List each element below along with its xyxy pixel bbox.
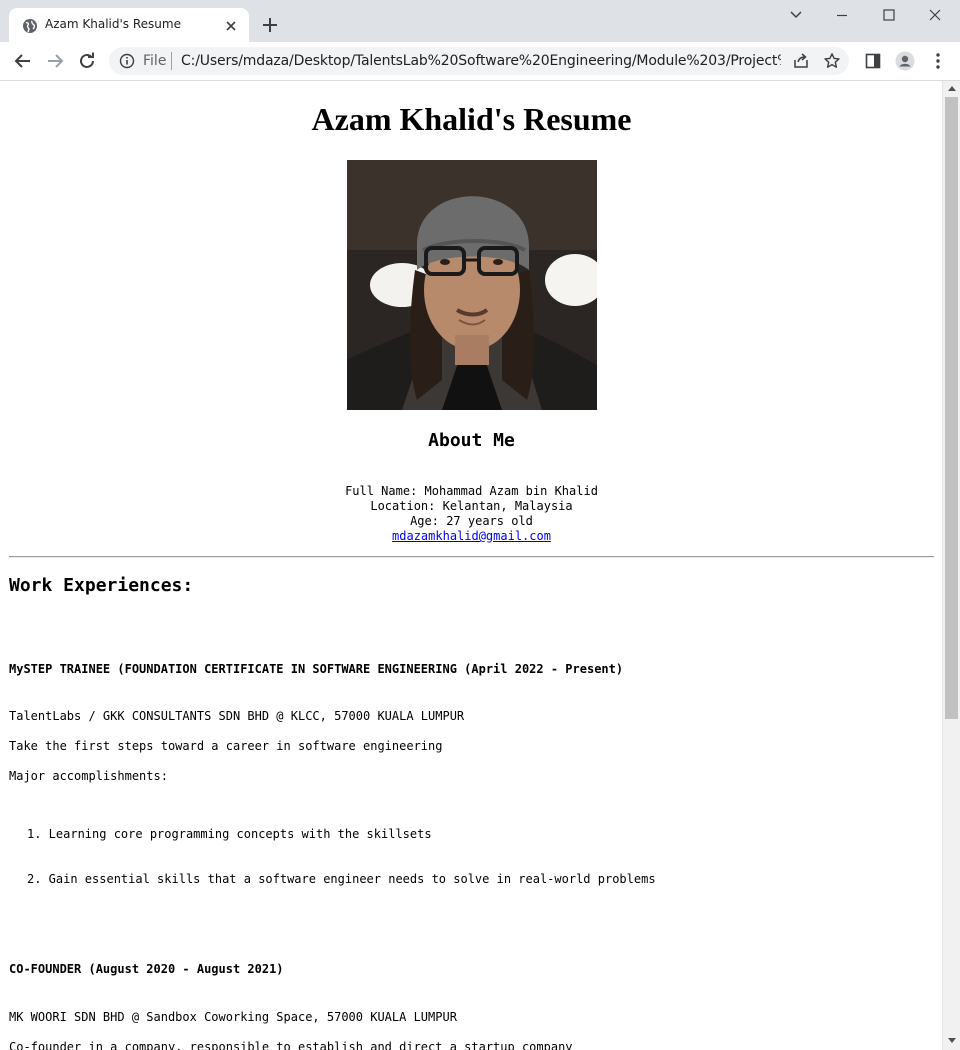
age-text: Age: 27 years old bbox=[410, 514, 533, 528]
title-bar: Azam Khalid's Resume bbox=[0, 0, 960, 42]
location-text: Location: Kelantan, Malaysia bbox=[370, 499, 573, 513]
globe-icon bbox=[23, 19, 37, 33]
close-tab-icon[interactable] bbox=[223, 18, 239, 34]
info-icon[interactable] bbox=[119, 53, 135, 69]
forward-arrow-icon[interactable] bbox=[45, 51, 65, 71]
list-item: 1. Learning core programming concepts wi… bbox=[27, 827, 432, 841]
maximize-button[interactable] bbox=[867, 0, 913, 30]
scroll-down-arrow-icon[interactable] bbox=[948, 1036, 956, 1044]
scheme-label: File bbox=[143, 53, 167, 69]
address-bar[interactable]: File C:/Users/mdaza/Desktop/TalentsLab%2… bbox=[109, 47, 849, 75]
about-me-details: Full Name: Mohammad Azam bin Khalid Loca… bbox=[1, 484, 942, 544]
new-tab-icon[interactable] bbox=[261, 16, 279, 34]
work-experience-heading: Work Experiences: bbox=[9, 575, 194, 596]
full-name-text: Full Name: Mohammad Azam bin Khalid bbox=[345, 484, 598, 498]
email-link[interactable]: mdazamkhalid@gmail.com bbox=[392, 529, 551, 543]
tab-title: Azam Khalid's Resume bbox=[45, 17, 181, 31]
scroll-up-arrow-icon[interactable] bbox=[948, 85, 956, 93]
url-text[interactable]: C:/Users/mdaza/Desktop/TalentsLab%20Soft… bbox=[181, 53, 781, 69]
browser-tab[interactable]: Azam Khalid's Resume bbox=[9, 8, 249, 42]
browser-toolbar: File C:/Users/mdaza/Desktop/TalentsLab%2… bbox=[0, 42, 960, 81]
reload-icon[interactable] bbox=[77, 51, 97, 71]
more-menu-icon[interactable] bbox=[928, 51, 948, 71]
profile-avatar-icon[interactable] bbox=[895, 51, 915, 71]
close-window-button[interactable] bbox=[913, 0, 959, 30]
chevron-down-icon bbox=[790, 11, 802, 19]
profile-photo bbox=[347, 160, 597, 410]
side-panel-icon[interactable] bbox=[863, 51, 883, 71]
minimize-icon bbox=[837, 14, 847, 17]
share-icon[interactable] bbox=[792, 52, 810, 70]
close-icon bbox=[929, 9, 941, 21]
about-me-heading: About Me bbox=[428, 430, 515, 451]
section-divider bbox=[9, 556, 934, 558]
maximize-icon bbox=[883, 9, 895, 21]
list-item: 2. Gain essential skills that a software… bbox=[27, 872, 656, 886]
scrollbar-thumb[interactable] bbox=[945, 97, 958, 719]
back-arrow-icon[interactable] bbox=[13, 51, 33, 71]
tab-search-button[interactable] bbox=[774, 0, 820, 30]
page-viewport: Azam Khalid's Resume About Me Full Name:… bbox=[1, 81, 942, 1050]
job-title: CO-FOUNDER (August 2020 - August 2021) bbox=[9, 962, 284, 976]
page-title: Azam Khalid's Resume bbox=[311, 101, 632, 137]
job-company: TalentLabs / GKK CONSULTANTS SDN BHD @ K… bbox=[9, 709, 465, 723]
job-title: MySTEP TRAINEE (FOUNDATION CERTIFICATE I… bbox=[9, 662, 624, 676]
vertical-scrollbar[interactable] bbox=[942, 81, 960, 1050]
job-description: Take the first steps toward a career in … bbox=[9, 739, 443, 753]
divider bbox=[171, 52, 172, 70]
bookmark-star-icon[interactable] bbox=[823, 52, 841, 70]
portrait-image bbox=[347, 160, 597, 410]
minimize-button[interactable] bbox=[820, 0, 866, 30]
job-description: Co-founder in a company, responsible to … bbox=[9, 1040, 573, 1050]
accomplishments-label: Major accomplishments: bbox=[9, 769, 168, 783]
job-company: MK WOORI SDN BHD @ Sandbox Coworking Spa… bbox=[9, 1010, 457, 1024]
